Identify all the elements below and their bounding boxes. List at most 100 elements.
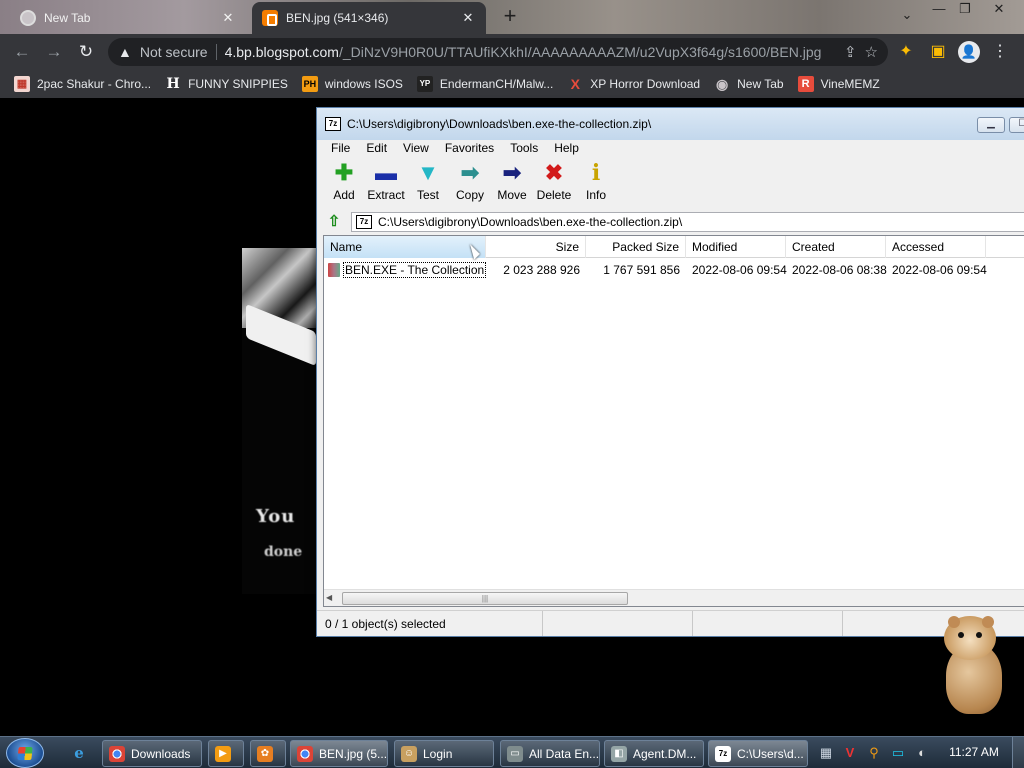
menu-tools[interactable]: Tools: [502, 138, 546, 158]
taskbar-clock[interactable]: 11:27 AM: [944, 745, 1004, 759]
file-rows: BEN.EXE - The Collection 2 023 288 926 1…: [324, 260, 1024, 280]
tab-new-tab[interactable]: New Tab ✕: [10, 2, 246, 34]
tray-search-icon[interactable]: ⚲: [866, 745, 882, 761]
bookmark-label: 2pac Shakur - Chro...: [37, 77, 152, 91]
menu-help[interactable]: Help: [546, 138, 587, 158]
test-button[interactable]: ▼ Test: [407, 160, 449, 208]
taskbar-item-agent[interactable]: ◧ Agent.DM...: [604, 740, 704, 767]
tab-close-icon[interactable]: ✕: [220, 10, 236, 26]
copy-button[interactable]: ➡ Copy: [449, 160, 491, 208]
taskbar-item-gimp[interactable]: ✿: [250, 740, 286, 767]
column-headers: Name Size Packed Size Modified Created A…: [324, 236, 1024, 258]
hamster-mascot[interactable]: [936, 614, 1010, 718]
chrome-icon: [297, 745, 313, 762]
taskbar-item-7zip[interactable]: 7z C:\Users\d...: [708, 740, 808, 767]
image-text-line2: done: [264, 544, 303, 560]
info-button[interactable]: i Info: [575, 160, 617, 208]
warning-icon[interactable]: ▲: [118, 44, 132, 60]
info-label: Info: [585, 188, 606, 202]
reload-button[interactable]: ↻: [74, 40, 98, 64]
start-button[interactable]: [6, 738, 44, 768]
table-row[interactable]: BEN.EXE - The Collection 2 023 288 926 1…: [324, 260, 1024, 280]
bookmark-windows-isos[interactable]: PH windows ISOS: [301, 76, 403, 92]
column-header-size[interactable]: Size: [486, 236, 586, 258]
profile-avatar-icon[interactable]: 👤: [958, 41, 980, 63]
close-button[interactable]: ✕: [984, 0, 1014, 18]
not-secure-label[interactable]: Not secure: [140, 44, 208, 60]
column-header-accessed[interactable]: Accessed: [886, 236, 986, 258]
bookmark-star-icon[interactable]: ☆: [865, 43, 878, 61]
column-header-name[interactable]: Name: [324, 236, 486, 258]
taskbar-item-label: Downloads: [131, 746, 191, 761]
column-header-modified[interactable]: Modified: [686, 236, 786, 258]
add-button[interactable]: ✚ Add: [323, 160, 365, 208]
7zip-app-icon: 7z: [715, 745, 731, 762]
up-folder-icon[interactable]: ⇧: [323, 212, 345, 232]
tray-app-icon[interactable]: ▦: [818, 745, 834, 761]
move-button[interactable]: ➡ Move: [491, 160, 533, 208]
move-icon: ➡: [502, 160, 522, 185]
bookmark-vinememz[interactable]: R VineMEMZ: [797, 76, 880, 92]
omnibox-divider: [215, 44, 217, 60]
tab-close-icon[interactable]: ✕: [460, 10, 476, 26]
chrome-menu-icon[interactable]: ⋮: [990, 42, 1010, 62]
taskbar-item-downloads[interactable]: Downloads: [102, 740, 202, 767]
file-name: BEN.EXE - The Collection: [343, 262, 487, 278]
column-header-packed-size[interactable]: Packed Size: [586, 236, 686, 258]
extract-button[interactable]: ▬ Extract: [365, 160, 407, 208]
bookmark-label: New Tab: [737, 77, 784, 91]
bookmark-new-tab[interactable]: ◉ New Tab: [714, 76, 784, 92]
horizontal-scrollbar[interactable]: ◀ |||: [324, 589, 1024, 606]
taskbar-item-all-data[interactable]: ▭ All Data En...: [500, 740, 600, 767]
selection-status: 0 / 1 object(s) selected: [317, 611, 543, 636]
new-tab-button[interactable]: +: [498, 4, 522, 28]
ben-image[interactable]: You done: [242, 248, 318, 594]
maximize-button[interactable]: ❐: [950, 0, 980, 18]
bookmark-funny-snippies[interactable]: H FUNNY SNIPPIES: [165, 76, 287, 92]
7zip-maximize-button[interactable]: ☐: [1009, 117, 1024, 133]
bookmarks-bar: ▦ 2pac Shakur - Chro... H FUNNY SNIPPIES P…: [0, 70, 1024, 98]
url-text[interactable]: 4.bp.blogspot.com/_DiNzV9H0R0U/TTAUfiKXk…: [225, 44, 836, 60]
taskbar-item-ben-jpg[interactable]: BEN.jpg (5...: [290, 740, 388, 767]
window-app-icon: ▭: [507, 745, 523, 762]
extract-icon: ▬: [375, 160, 397, 185]
tab-ben-jpg[interactable]: BEN.jpg (541×346) ✕: [252, 2, 486, 34]
internet-explorer-icon[interactable]: e: [66, 741, 92, 765]
menu-favorites[interactable]: Favorites: [437, 138, 502, 158]
7zip-menu-bar: File Edit View Favorites Tools Help: [323, 138, 587, 158]
show-desktop-button[interactable]: [1012, 737, 1024, 768]
menu-view[interactable]: View: [395, 138, 437, 158]
tray-v-icon[interactable]: V: [842, 745, 858, 761]
7zip-window: 7z C:\Users\digibrony\Downloads\ben.exe-…: [316, 107, 1024, 637]
side-panel-icon[interactable]: ▣: [928, 42, 948, 62]
7zip-title-bar[interactable]: 7z C:\Users\digibrony\Downloads\ben.exe-…: [317, 108, 1024, 140]
test-label: Test: [416, 188, 439, 202]
bookmark-label: EndermanCH/Malw...: [439, 77, 554, 91]
menu-file[interactable]: File: [323, 138, 358, 158]
column-header-created[interactable]: Created: [786, 236, 886, 258]
file-name-cell[interactable]: BEN.EXE - The Collection: [324, 262, 487, 278]
share-icon[interactable]: ⇪: [844, 43, 857, 61]
back-button[interactable]: ←: [10, 40, 34, 64]
bookmark-endermanch[interactable]: YP EndermanCH/Malw...: [416, 76, 554, 92]
bookmark-icon: ▦: [14, 76, 30, 92]
scrollbar-thumb[interactable]: |||: [342, 592, 628, 605]
tray-monitor-icon[interactable]: ▭: [890, 745, 906, 761]
bookmark-2pac[interactable]: ▦ 2pac Shakur - Chro...: [14, 76, 151, 92]
file-list[interactable]: Name Size Packed Size Modified Created A…: [323, 235, 1024, 607]
taskbar-item-media-player[interactable]: ▶: [208, 740, 244, 767]
hamster-ear: [948, 616, 960, 628]
7zip-minimize-button[interactable]: ▁: [977, 117, 1005, 133]
taskbar-item-login[interactable]: ☺ Login: [394, 740, 494, 767]
menu-edit[interactable]: Edit: [358, 138, 395, 158]
delete-button[interactable]: ✖ Delete: [533, 160, 575, 208]
tab-search-button[interactable]: ⌄: [892, 6, 922, 24]
forward-button[interactable]: →: [42, 40, 66, 64]
path-input[interactable]: 7z C:\Users\digibrony\Downloads\ben.exe-…: [351, 212, 1024, 232]
bookmark-icon: H: [166, 76, 180, 92]
extensions-icon[interactable]: ✦: [896, 42, 916, 62]
tray-volume-icon[interactable]: ◐: [914, 745, 930, 761]
scroll-left-icon[interactable]: ◀: [326, 592, 338, 604]
bookmark-xp-horror[interactable]: X XP Horror Download: [567, 76, 701, 92]
address-bar[interactable]: ▲ Not secure 4.bp.blogspot.com/_DiNzV9H0…: [108, 38, 888, 66]
